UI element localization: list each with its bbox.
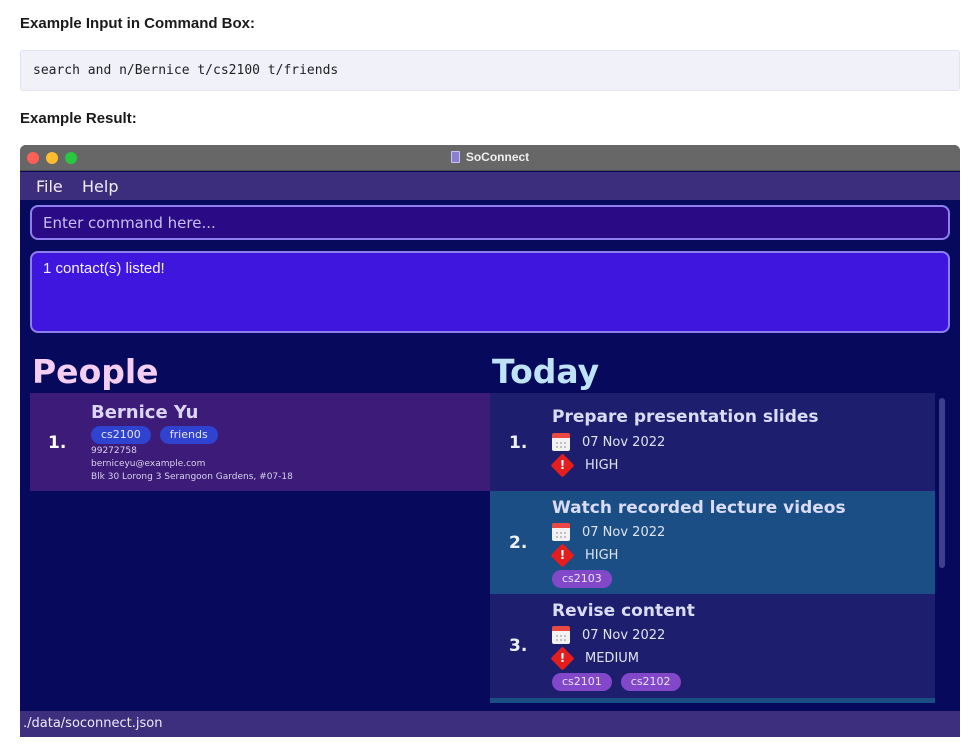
result-heading: Example Result: xyxy=(20,110,137,127)
next-task-card-edge xyxy=(490,698,935,703)
command-example-code: search and n/Bernice t/cs2100 t/friends xyxy=(20,50,960,91)
person-email: berniceyu@example.com xyxy=(91,459,206,469)
task-index: 2. xyxy=(509,533,528,553)
today-task-list[interactable]: 1. Prepare presentation slides 07 Nov 20… xyxy=(490,393,935,703)
task-date-row: 07 Nov 2022 xyxy=(552,433,665,451)
task-priority: HIGH xyxy=(585,458,619,473)
person-phone: 99272758 xyxy=(91,446,137,456)
menu-bar: File Help xyxy=(20,172,960,200)
task-title: Watch recorded lecture videos xyxy=(552,498,846,518)
title-bar: SoConnect xyxy=(20,145,960,171)
task-priority: HIGH xyxy=(585,548,619,563)
task-card[interactable]: 3. Revise content 07 Nov 2022 ! MEDIUM c… xyxy=(490,594,935,698)
task-tags: cs2101 cs2102 xyxy=(552,673,681,691)
task-card[interactable]: 1. Prepare presentation slides 07 Nov 20… xyxy=(490,393,935,491)
data-file-path: ./data/soconnect.json xyxy=(23,716,163,731)
result-display[interactable]: 1 contact(s) listed! xyxy=(30,251,950,333)
window-title-wrap: SoConnect xyxy=(20,150,960,164)
task-index: 3. xyxy=(509,636,528,656)
task-date-row: 07 Nov 2022 xyxy=(552,626,665,644)
input-heading: Example Input in Command Box: xyxy=(20,15,256,32)
person-address: Blk 30 Lorong 3 Serangoon Gardens, #07-1… xyxy=(91,472,293,482)
task-index: 1. xyxy=(509,433,528,453)
person-name: Bernice Yu xyxy=(91,402,199,423)
task-tag: cs2103 xyxy=(552,570,612,588)
priority-icon: ! xyxy=(550,646,575,671)
priority-icon: ! xyxy=(550,453,575,478)
window-title: SoConnect xyxy=(465,150,530,164)
app-window: SoConnect File Help 1 contact(s) listed!… xyxy=(20,145,960,737)
result-message: 1 contact(s) listed! xyxy=(43,260,165,277)
calendar-icon xyxy=(552,433,570,451)
person-tag: friends xyxy=(159,426,218,444)
task-title: Revise content xyxy=(552,601,695,621)
calendar-icon xyxy=(552,626,570,644)
task-date: 07 Nov 2022 xyxy=(582,434,666,450)
person-card[interactable]: 1. Bernice Yu cs2100 friends 99272758 be… xyxy=(30,393,490,491)
task-priority-row: ! HIGH xyxy=(550,453,619,478)
task-tags: cs2103 xyxy=(552,570,612,588)
person-tag: cs2100 xyxy=(91,426,151,444)
task-list-scrollbar[interactable] xyxy=(939,398,945,568)
people-panel-title: People xyxy=(32,352,159,391)
task-date: 07 Nov 2022 xyxy=(582,524,666,540)
task-card[interactable]: 2. Watch recorded lecture videos 07 Nov … xyxy=(490,491,935,594)
command-input[interactable] xyxy=(30,205,950,240)
person-tags: cs2100 friends xyxy=(91,426,218,444)
calendar-icon xyxy=(552,523,570,541)
task-priority: MEDIUM xyxy=(585,651,640,666)
app-icon xyxy=(450,151,460,163)
menu-file[interactable]: File xyxy=(36,177,63,196)
menu-help[interactable]: Help xyxy=(82,177,118,196)
task-title: Prepare presentation slides xyxy=(552,407,819,427)
person-index: 1. xyxy=(48,433,67,453)
task-tag: cs2102 xyxy=(620,673,681,691)
today-panel-title: Today xyxy=(492,352,600,391)
priority-icon: ! xyxy=(550,543,575,568)
status-bar: ./data/soconnect.json xyxy=(20,711,960,737)
task-date-row: 07 Nov 2022 xyxy=(552,523,665,541)
task-date: 07 Nov 2022 xyxy=(582,627,666,643)
task-priority-row: ! HIGH xyxy=(550,543,619,568)
task-priority-row: ! MEDIUM xyxy=(550,646,640,671)
task-tag: cs2101 xyxy=(552,673,612,691)
